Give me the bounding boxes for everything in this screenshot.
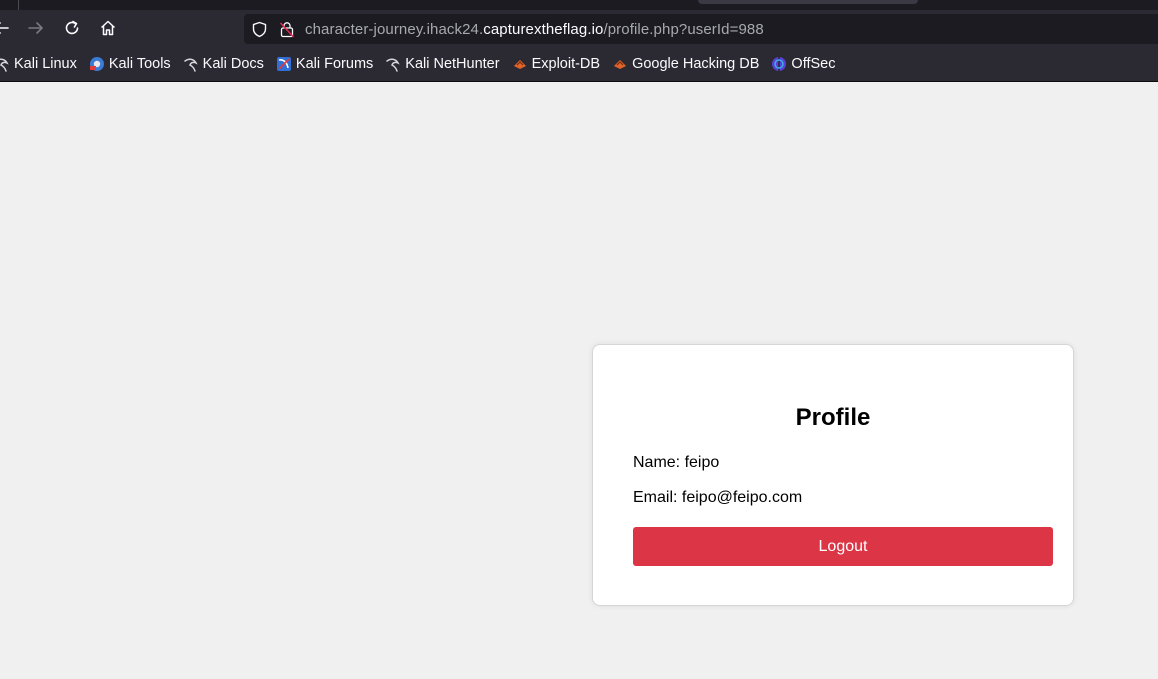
forward-arrow-icon — [28, 22, 43, 34]
bookmarks-toolbar: Kali Linux Kali Tools Kali Docs Kali For… — [0, 46, 1158, 82]
tracking-protection-shield-icon[interactable] — [250, 20, 268, 38]
bookmark-google-hacking-db[interactable]: Google Hacking DB — [612, 56, 759, 72]
profile-email: Email: feipo@feipo.com — [633, 489, 803, 506]
exploit-db-icon — [512, 56, 528, 72]
url-domain: capturextheflag.io — [483, 20, 604, 38]
bookmark-label: Kali Linux — [14, 55, 77, 72]
bookmark-exploit-db[interactable]: Exploit-DB — [512, 55, 601, 72]
bookmark-label: Google Hacking DB — [632, 55, 760, 72]
offsec-icon — [771, 56, 787, 72]
bookmark-label: Kali Tools — [108, 55, 171, 72]
kali-tools-icon — [89, 56, 105, 72]
kali-dragon-icon — [183, 56, 199, 72]
reload-button[interactable] — [59, 15, 85, 41]
bookmark-kali-docs[interactable]: Kali Docs — [183, 56, 264, 72]
forward-button[interactable] — [23, 15, 49, 41]
tab-fragment[interactable] — [698, 0, 918, 4]
bookmark-kali-tools[interactable]: Kali Tools — [89, 56, 171, 72]
logout-button[interactable]: Logout — [633, 527, 1053, 566]
back-arrow-icon — [0, 22, 9, 34]
navigation-toolbar: character-journey.ihack24.capturexthefla… — [0, 10, 1158, 46]
bookmark-label: Kali Forums — [295, 55, 374, 72]
bookmark-label: Kali NetHunter — [405, 55, 500, 72]
url-prefix: character-journey.ihack24. — [305, 20, 484, 38]
url-path: /profile.php?userId=988 — [603, 20, 764, 38]
kali-forums-icon — [276, 56, 292, 72]
url-text[interactable]: character-journey.ihack24.capturexthefla… — [305, 21, 764, 38]
page-content: Profile Name: feipo Email: feipo@feipo.c… — [0, 82, 1158, 679]
profile-title: Profile — [795, 404, 871, 431]
back-button[interactable] — [0, 15, 14, 41]
bookmark-offsec[interactable]: OffSec — [771, 56, 835, 72]
insecure-lock-icon[interactable] — [278, 20, 296, 38]
url-bar[interactable]: character-journey.ihack24.capturexthefla… — [244, 14, 1158, 44]
profile-card: Profile Name: feipo Email: feipo@feipo.c… — [592, 344, 1074, 606]
bookmark-label: Kali Docs — [202, 55, 264, 72]
home-button[interactable] — [95, 15, 121, 41]
profile-name: Name: feipo — [633, 454, 720, 471]
reload-icon — [65, 20, 79, 35]
tab-separator — [18, 0, 19, 10]
exploit-db-icon — [612, 56, 628, 72]
kali-dragon-icon — [0, 56, 10, 72]
tab-strip — [0, 0, 1158, 10]
bookmark-kali-nethunter[interactable]: Kali NetHunter — [385, 55, 500, 72]
bookmark-kali-linux[interactable]: Kali Linux — [0, 56, 77, 72]
home-icon — [100, 20, 116, 36]
bookmark-label: Exploit-DB — [531, 55, 601, 72]
kali-dragon-icon — [385, 56, 401, 72]
bookmark-label: OffSec — [791, 55, 836, 72]
bookmark-kali-forums[interactable]: Kali Forums — [276, 56, 373, 72]
